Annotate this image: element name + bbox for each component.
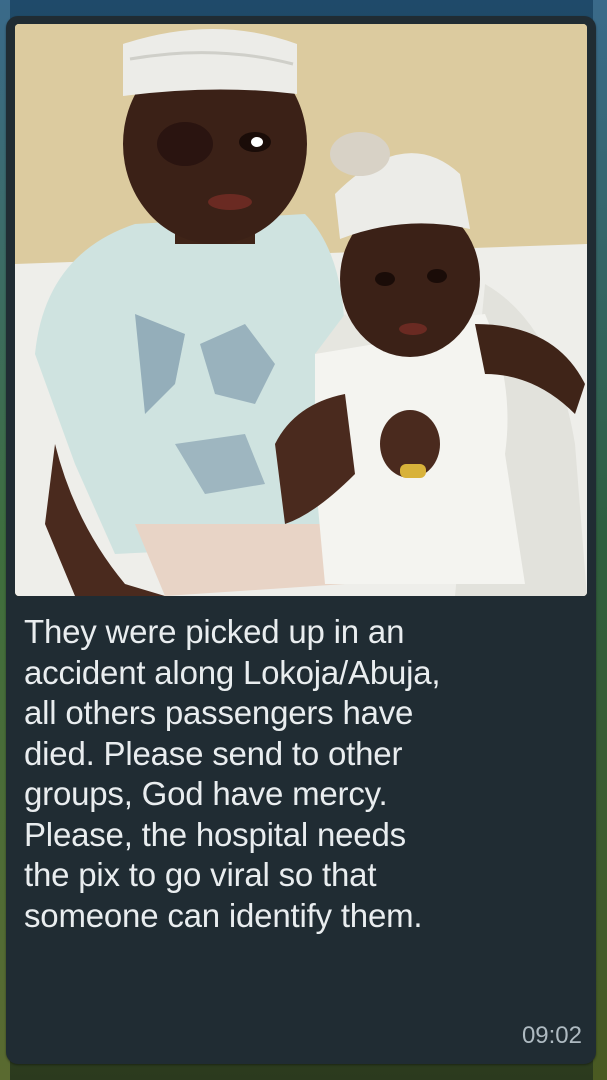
caption-line: Please, the hospital needs: [24, 815, 406, 853]
photo-illustration: [15, 24, 587, 596]
chat-screen: They were picked up in an accident along…: [0, 0, 607, 1080]
incoming-message-bubble[interactable]: They were picked up in an accident along…: [6, 16, 596, 1064]
caption-line: the pix to go viral so that: [24, 856, 377, 893]
caption-line: all others passengers have: [24, 694, 414, 731]
message-caption: They were picked up in an accident along…: [24, 612, 580, 936]
caption-line: accident along Lokoja/Abuja,: [24, 653, 441, 691]
message-photo[interactable]: [15, 24, 587, 596]
message-timestamp: 09:02: [521, 1022, 582, 1049]
caption-line: They were picked up in an: [24, 613, 405, 650]
caption-line: groups, God have mercy.: [24, 775, 388, 812]
caption-line: someone can identify them.: [24, 896, 423, 934]
caption-line: died. Please send to other: [24, 734, 403, 772]
